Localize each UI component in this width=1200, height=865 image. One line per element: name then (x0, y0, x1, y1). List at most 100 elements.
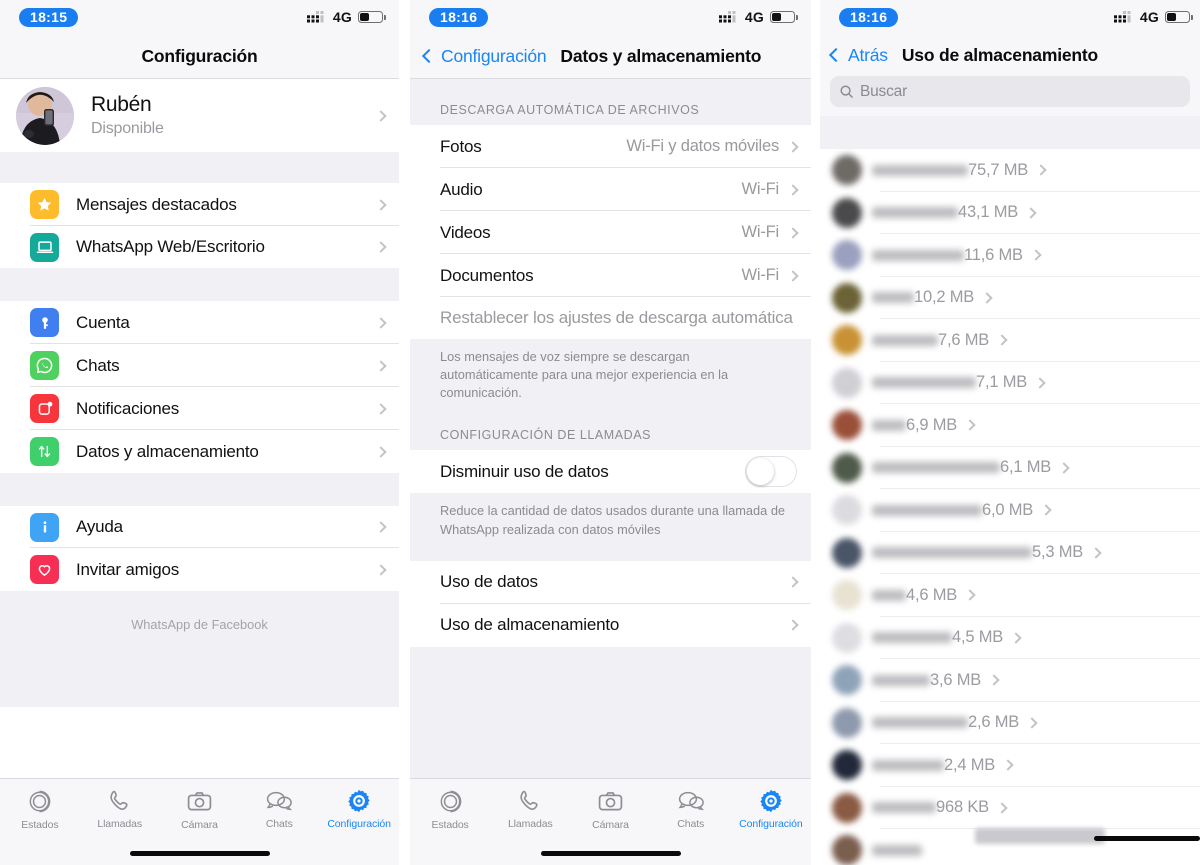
status-bar: 18:16 4G (410, 0, 811, 34)
row-documentos[interactable]: Documentos Wi-Fi (410, 254, 811, 297)
chevron-right-icon (787, 226, 799, 239)
contact-name-masked (872, 504, 982, 516)
contact-name-masked (872, 164, 968, 176)
sidebar-item-chats[interactable]: Chats (0, 344, 399, 387)
contact-name-masked (872, 377, 976, 389)
row-reset-autodownload[interactable]: Restablecer los ajustes de descarga auto… (410, 297, 811, 339)
list-item[interactable]: 4,6 MB (820, 574, 1200, 617)
camera-icon (598, 792, 623, 811)
tab-estados[interactable]: Estados (410, 779, 490, 839)
avatar (832, 197, 862, 228)
navbar: Configuración (0, 34, 399, 79)
list-item[interactable]: 3,6 MB (820, 659, 1200, 702)
storage-size: 968 KB (936, 798, 989, 817)
back-button[interactable]: Atrás (828, 45, 888, 66)
storage-list: 75,7 MB 43,1 MB 11,6 MB 10,2 MB 7,6 MB 7… (820, 149, 1200, 865)
low-data-toggle[interactable] (745, 456, 797, 488)
sidebar-item-notifications[interactable]: Notificaciones (0, 387, 399, 430)
tab-label: Llamadas (97, 818, 143, 830)
list-item[interactable]: 2,6 MB (820, 701, 1200, 744)
row-label: Restablecer los ajustes de descarga auto… (440, 308, 793, 327)
chevron-right-icon (375, 241, 387, 253)
network-type-label: 4G (744, 9, 764, 25)
contact-name-masked (872, 419, 906, 431)
list-item[interactable]: 968 KB (820, 786, 1200, 829)
avatar (832, 367, 862, 398)
page-title: Configuración (141, 45, 258, 66)
sidebar-item-help[interactable]: Ayuda (0, 506, 399, 548)
contact-name-masked (872, 632, 952, 644)
row-label: Disminuir uso de datos (440, 461, 609, 481)
sidebar-item-label: Cuenta (76, 312, 130, 332)
avatar (832, 792, 862, 823)
list-item[interactable]: 4,5 MB (820, 616, 1200, 659)
back-button[interactable]: Configuración (421, 46, 547, 67)
sidebar-item-label: Datos y almacenamiento (76, 441, 259, 461)
contact-name-masked (872, 547, 1032, 559)
list-item[interactable]: 7,6 MB (820, 319, 1200, 362)
sidebar-item-label: Mensajes destacados (76, 194, 237, 214)
tab-llamadas[interactable]: Llamadas (490, 779, 570, 839)
search-input[interactable]: Buscar (830, 76, 1190, 107)
row-videos[interactable]: Videos Wi-Fi (410, 211, 811, 254)
panel-settings: 18:15 4G Configuración Rubén Disponible … (0, 0, 399, 865)
storage-size: 3,6 MB (930, 670, 982, 689)
list-item[interactable]: 7,1 MB (820, 361, 1200, 404)
chevron-right-icon (375, 359, 387, 372)
row-fotos[interactable]: Fotos Wi-Fi y datos móviles (410, 125, 811, 168)
tab-estados[interactable]: Estados (0, 779, 80, 839)
storage-size: 6,9 MB (906, 415, 958, 434)
tab-camara[interactable]: Cámara (570, 779, 650, 839)
sidebar-item-label: WhatsApp Web/Escritorio (76, 237, 265, 256)
battery-icon (770, 11, 798, 23)
list-item[interactable]: 43,1 MB (820, 191, 1200, 234)
sidebar-item-label: Notificaciones (76, 398, 180, 418)
usage-links-group: Uso de datos Uso de almacenamiento (410, 560, 811, 647)
sidebar-item-starred[interactable]: Mensajes destacados (0, 183, 399, 226)
panel-storage-usage: 18:16 4G Atrás Uso de almacenamiento Bus… (820, 0, 1200, 865)
list-item[interactable]: 6,0 MB (820, 489, 1200, 532)
sidebar-item-whatsapp-web[interactable]: WhatsApp Web/Escritorio (0, 226, 399, 268)
signal-dots-icon (306, 10, 324, 22)
panel-data-storage: 18:16 4G Configuración Datos y almacenam… (410, 0, 811, 865)
avatar (832, 580, 862, 611)
footer-area: WhatsApp de Facebook (0, 591, 399, 707)
row-value: Wi-Fi (741, 180, 780, 198)
profile-row[interactable]: Rubén Disponible (0, 79, 399, 152)
sidebar-item-account[interactable]: Cuenta (0, 301, 399, 344)
chevron-right-icon (1026, 717, 1038, 729)
list-item[interactable]: 10,2 MB (820, 276, 1200, 319)
list-item[interactable]: 11,6 MB (820, 234, 1200, 277)
search-placeholder: Buscar (860, 82, 908, 100)
list-item[interactable]: 75,7 MB (820, 149, 1200, 192)
list-item[interactable]: 2,4 MB (820, 744, 1200, 787)
list-item[interactable]: 6,9 MB (820, 404, 1200, 447)
page-title: Uso de almacenamiento (901, 44, 1099, 65)
tab-configuracion[interactable]: Configuración (731, 779, 811, 839)
chevron-right-icon (996, 334, 1008, 346)
home-indicator (540, 851, 681, 856)
chevron-right-icon (375, 521, 387, 533)
storage-size: 7,6 MB (938, 330, 990, 349)
row-low-data-usage[interactable]: Disminuir uso de datos (410, 450, 811, 494)
group-spacer (0, 473, 399, 506)
sidebar-item-invite-friends[interactable]: Invitar amigos (0, 548, 399, 591)
tab-camara[interactable]: Cámara (160, 779, 240, 839)
autodownload-group: Fotos Wi-Fi y datos móviles Audio Wi-Fi … (410, 125, 811, 339)
contact-name-masked (872, 844, 922, 856)
sidebar-item-data-storage[interactable]: Datos y almacenamiento (0, 430, 399, 473)
row-value: Wi-Fi (741, 266, 780, 284)
row-uso-de-almacenamiento[interactable]: Uso de almacenamiento (410, 603, 811, 647)
row-uso-de-datos[interactable]: Uso de datos (410, 560, 811, 604)
key-icon (30, 308, 59, 337)
avatar (832, 537, 862, 568)
row-audio[interactable]: Audio Wi-Fi (410, 168, 811, 211)
tab-chats[interactable]: Chats (239, 779, 319, 839)
profile-text: Rubén Disponible (91, 93, 377, 137)
list-item[interactable]: 6,1 MB (820, 446, 1200, 489)
tab-chats[interactable]: Chats (651, 779, 731, 839)
tab-configuracion[interactable]: Configuración (319, 779, 399, 839)
panel-divider (811, 0, 820, 865)
tab-llamadas[interactable]: Llamadas (80, 779, 160, 839)
list-item[interactable]: 5,3 MB (820, 531, 1200, 574)
